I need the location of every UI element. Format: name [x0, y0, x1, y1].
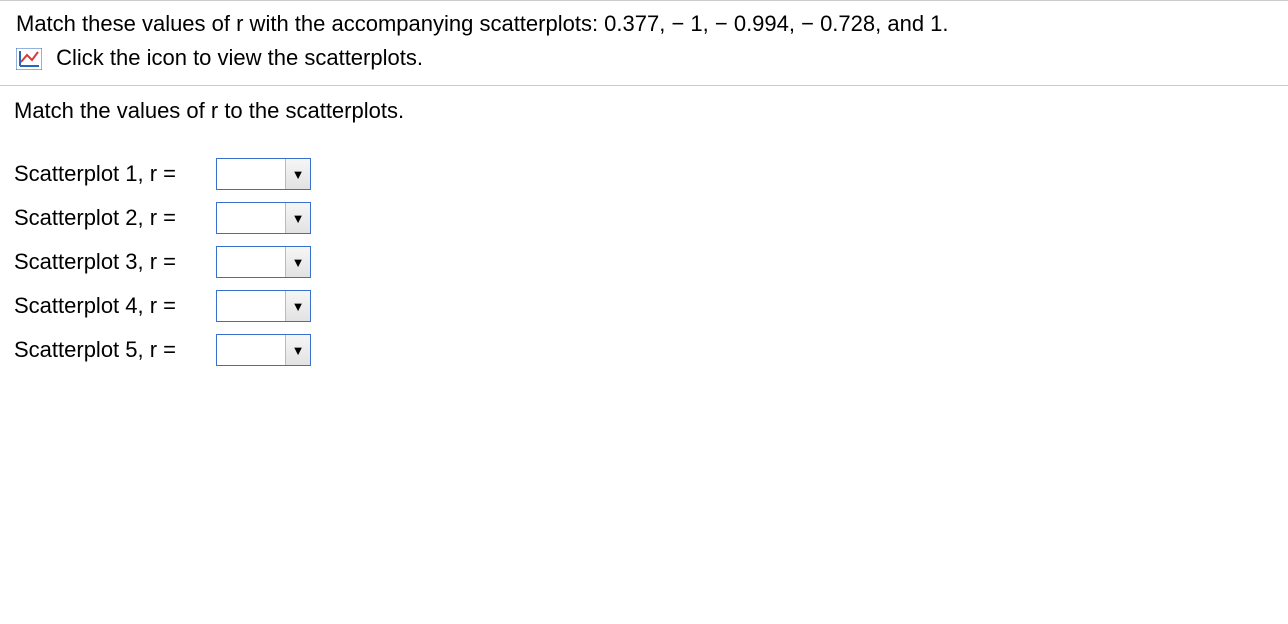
scatterplot-5-value[interactable] — [217, 335, 285, 365]
chevron-down-icon: ▼ — [292, 344, 305, 357]
chart-icon — [16, 48, 42, 70]
dropdown-arrow-button[interactable]: ▼ — [285, 291, 310, 321]
chevron-down-icon: ▼ — [292, 212, 305, 225]
question-header: Match these values of r with the accompa… — [0, 1, 1288, 85]
icon-instruction: Click the icon to view the scatterplots. — [56, 45, 423, 70]
chevron-down-icon: ▼ — [292, 256, 305, 269]
scatterplot-row: Scatterplot 3, r = ▼ — [14, 240, 1274, 284]
scatterplot-label: Scatterplot 4, r = — [14, 293, 216, 319]
scatterplot-2-dropdown[interactable]: ▼ — [216, 202, 311, 234]
chevron-down-icon: ▼ — [292, 300, 305, 313]
question-body: Match the values of r to the scatterplot… — [0, 85, 1288, 392]
view-scatterplots-link[interactable] — [16, 48, 42, 70]
scatterplot-row: Scatterplot 4, r = ▼ — [14, 284, 1274, 328]
scatterplot-2-value[interactable] — [217, 203, 285, 233]
scatterplot-5-dropdown[interactable]: ▼ — [216, 334, 311, 366]
chevron-down-icon: ▼ — [292, 168, 305, 181]
dropdown-arrow-button[interactable]: ▼ — [285, 203, 310, 233]
scatterplot-3-value[interactable] — [217, 247, 285, 277]
dropdown-arrow-button[interactable]: ▼ — [285, 335, 310, 365]
scatterplot-4-dropdown[interactable]: ▼ — [216, 290, 311, 322]
scatterplot-label: Scatterplot 5, r = — [14, 337, 216, 363]
scatterplot-row: Scatterplot 5, r = ▼ — [14, 328, 1274, 372]
scatterplot-label: Scatterplot 3, r = — [14, 249, 216, 275]
scatterplot-1-dropdown[interactable]: ▼ — [216, 158, 311, 190]
question-prompt: Match these values of r with the accompa… — [16, 11, 1272, 37]
dropdown-arrow-button[interactable]: ▼ — [285, 159, 310, 189]
scatterplot-row: Scatterplot 1, r = ▼ — [14, 152, 1274, 196]
body-instruction: Match the values of r to the scatterplot… — [14, 98, 1274, 124]
scatterplot-row: Scatterplot 2, r = ▼ — [14, 196, 1274, 240]
dropdown-arrow-button[interactable]: ▼ — [285, 247, 310, 277]
scatterplot-1-value[interactable] — [217, 159, 285, 189]
scatterplot-label: Scatterplot 2, r = — [14, 205, 216, 231]
scatterplot-label: Scatterplot 1, r = — [14, 161, 216, 187]
scatterplot-3-dropdown[interactable]: ▼ — [216, 246, 311, 278]
scatterplot-4-value[interactable] — [217, 291, 285, 321]
